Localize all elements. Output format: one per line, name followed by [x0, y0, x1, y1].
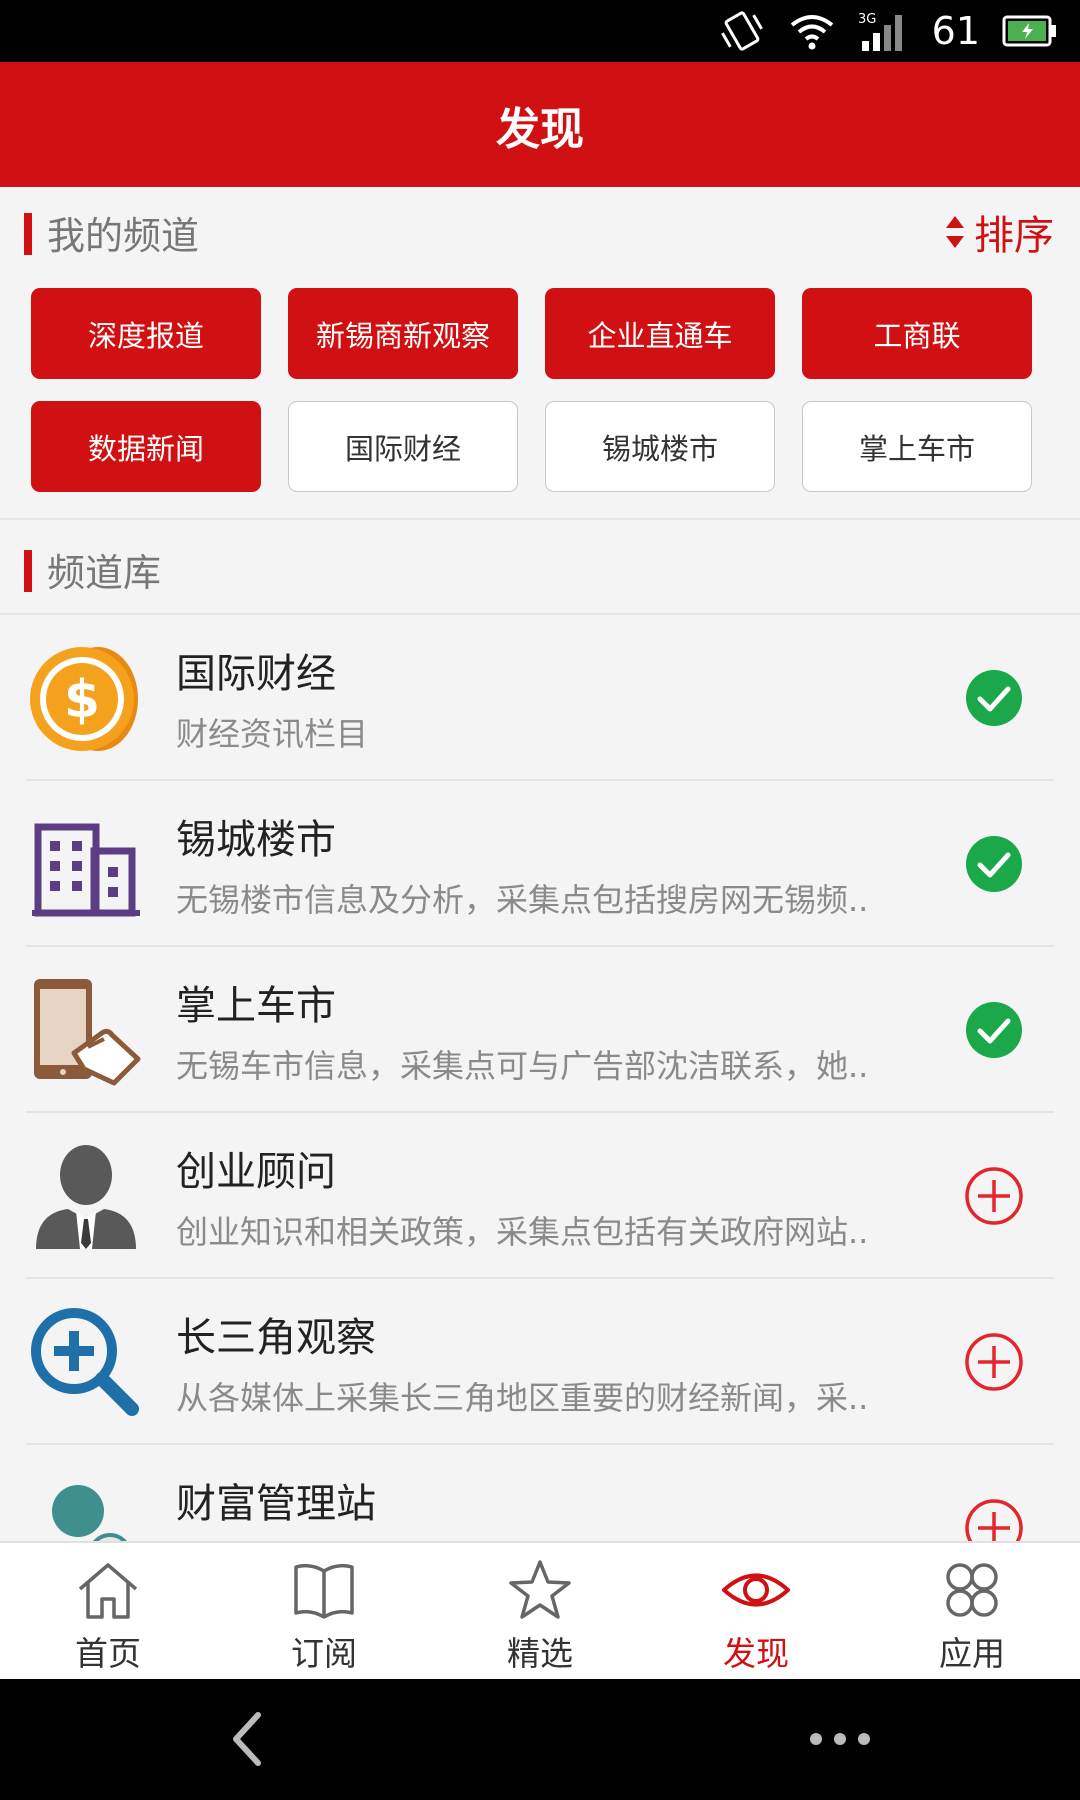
tab-subscribe[interactable]: 订阅: [216, 1543, 432, 1681]
subscribed-check-icon[interactable]: [963, 833, 1025, 895]
tab-discover[interactable]: 发现: [648, 1543, 864, 1681]
home-icon: [78, 1563, 138, 1619]
app-root: 3G 61 发现 我的频道 排序 深度报道 新锡商新观察 企业直通车 工商联 数…: [0, 0, 1080, 1800]
apps-icon: [946, 1563, 998, 1617]
page-header: 发现: [0, 62, 1080, 187]
channel-chip[interactable]: 深度报道: [31, 288, 261, 379]
subscribed-check-icon[interactable]: [963, 667, 1025, 729]
my-channels-header: 我的频道 排序: [0, 187, 1080, 277]
tab-home[interactable]: 首页: [0, 1543, 216, 1681]
sort-label: 排序: [974, 213, 1054, 259]
businessman-icon: [36, 1145, 136, 1249]
section-marker: [24, 213, 32, 255]
item-title: 锡城楼市: [176, 817, 336, 863]
eye-icon: [722, 1573, 790, 1607]
user-badge-icon: [52, 1485, 127, 1541]
item-title: 创业顾问: [176, 1149, 336, 1195]
channel-chip[interactable]: 数据新闻: [31, 401, 261, 492]
page-title: 发现: [496, 103, 584, 155]
tab-label: 订阅: [291, 1634, 357, 1673]
svg-text:$: $: [64, 670, 100, 730]
my-channels-title: 我的频道: [47, 214, 200, 258]
star-icon: [509, 1560, 571, 1619]
item-desc: 从各媒体上采集长三角地区重要的财经新闻，采..: [176, 1379, 869, 1417]
sort-button[interactable]: 排序: [944, 203, 1054, 261]
book-icon: [294, 1563, 354, 1619]
item-desc: 无锡楼市信息及分析，采集点包括搜房网无锡频..: [176, 881, 869, 919]
phone-hand-icon: [34, 979, 141, 1086]
channel-library-list: $ 国际财经 财经资讯栏目 锡城楼市 无锡楼市信息及分析，采集点包括搜房网无锡频…: [0, 615, 1080, 1541]
wifi-icon: [790, 15, 833, 50]
vibrate-icon: [720, 11, 763, 51]
list-item[interactable]: 财富管理站: [0, 1445, 1080, 1541]
subscribed-check-icon[interactable]: [963, 999, 1025, 1061]
section-divider: [0, 518, 1080, 520]
list-item[interactable]: 掌上车市 无锡车市信息，采集点可与广告部沈洁联系，她..: [0, 947, 1080, 1113]
channel-chip[interactable]: 新锡商新观察: [288, 288, 518, 379]
channel-chip[interactable]: 锡城楼市: [545, 401, 775, 492]
channel-chip[interactable]: 企业直通车: [545, 288, 775, 379]
library-title: 频道库: [47, 551, 162, 595]
add-channel-icon[interactable]: [963, 1165, 1025, 1227]
back-icon[interactable]: [220, 1709, 280, 1769]
tab-label: 发现: [723, 1634, 789, 1673]
coin-icon: $: [30, 647, 138, 751]
channel-chip[interactable]: 国际财经: [288, 401, 518, 492]
cell-signal-icon: 3G: [858, 12, 902, 51]
tab-label: 精选: [507, 1634, 573, 1673]
channel-chip[interactable]: 工商联: [802, 288, 1032, 379]
status-bar: 3G 61: [0, 0, 1080, 62]
magnifier-plus-icon: [31, 1308, 139, 1416]
svg-text:3G: 3G: [858, 12, 876, 27]
sort-arrows-icon: [946, 216, 964, 248]
item-title: 国际财经: [176, 651, 336, 697]
building-icon: [32, 823, 140, 917]
item-desc: 财经资讯栏目: [176, 715, 369, 753]
more-dots-icon[interactable]: [800, 1709, 880, 1769]
add-channel-icon[interactable]: [963, 1497, 1025, 1541]
battery-level: 61: [931, 9, 980, 53]
list-item[interactable]: $ 国际财经 财经资讯栏目: [0, 615, 1080, 781]
tab-apps[interactable]: 应用: [864, 1543, 1080, 1681]
tab-label: 首页: [75, 1634, 141, 1673]
item-title: 掌上车市: [176, 983, 336, 1029]
item-desc: 无锡车市信息，采集点可与广告部沈洁联系，她..: [176, 1047, 869, 1085]
library-header: 频道库: [0, 524, 1080, 614]
item-desc: 创业知识和相关政策，采集点包括有关政府网站..: [176, 1213, 869, 1251]
section-marker: [24, 550, 32, 592]
system-nav-bar: [0, 1679, 1080, 1800]
item-title: 长三角观察: [176, 1315, 376, 1361]
item-title: 财富管理站: [176, 1481, 376, 1527]
list-item[interactable]: 长三角观察 从各媒体上采集长三角地区重要的财经新闻，采..: [0, 1279, 1080, 1445]
channel-chip[interactable]: 掌上车市: [802, 401, 1032, 492]
battery-icon: [1002, 15, 1056, 47]
bottom-tab-bar: 首页 订阅 精选 发现 应用: [0, 1541, 1080, 1679]
add-channel-icon[interactable]: [963, 1331, 1025, 1393]
tab-label: 应用: [939, 1634, 1005, 1673]
tab-featured[interactable]: 精选: [432, 1543, 648, 1681]
list-item[interactable]: 锡城楼市 无锡楼市信息及分析，采集点包括搜房网无锡频..: [0, 781, 1080, 947]
list-item[interactable]: 创业顾问 创业知识和相关政策，采集点包括有关政府网站..: [0, 1113, 1080, 1279]
